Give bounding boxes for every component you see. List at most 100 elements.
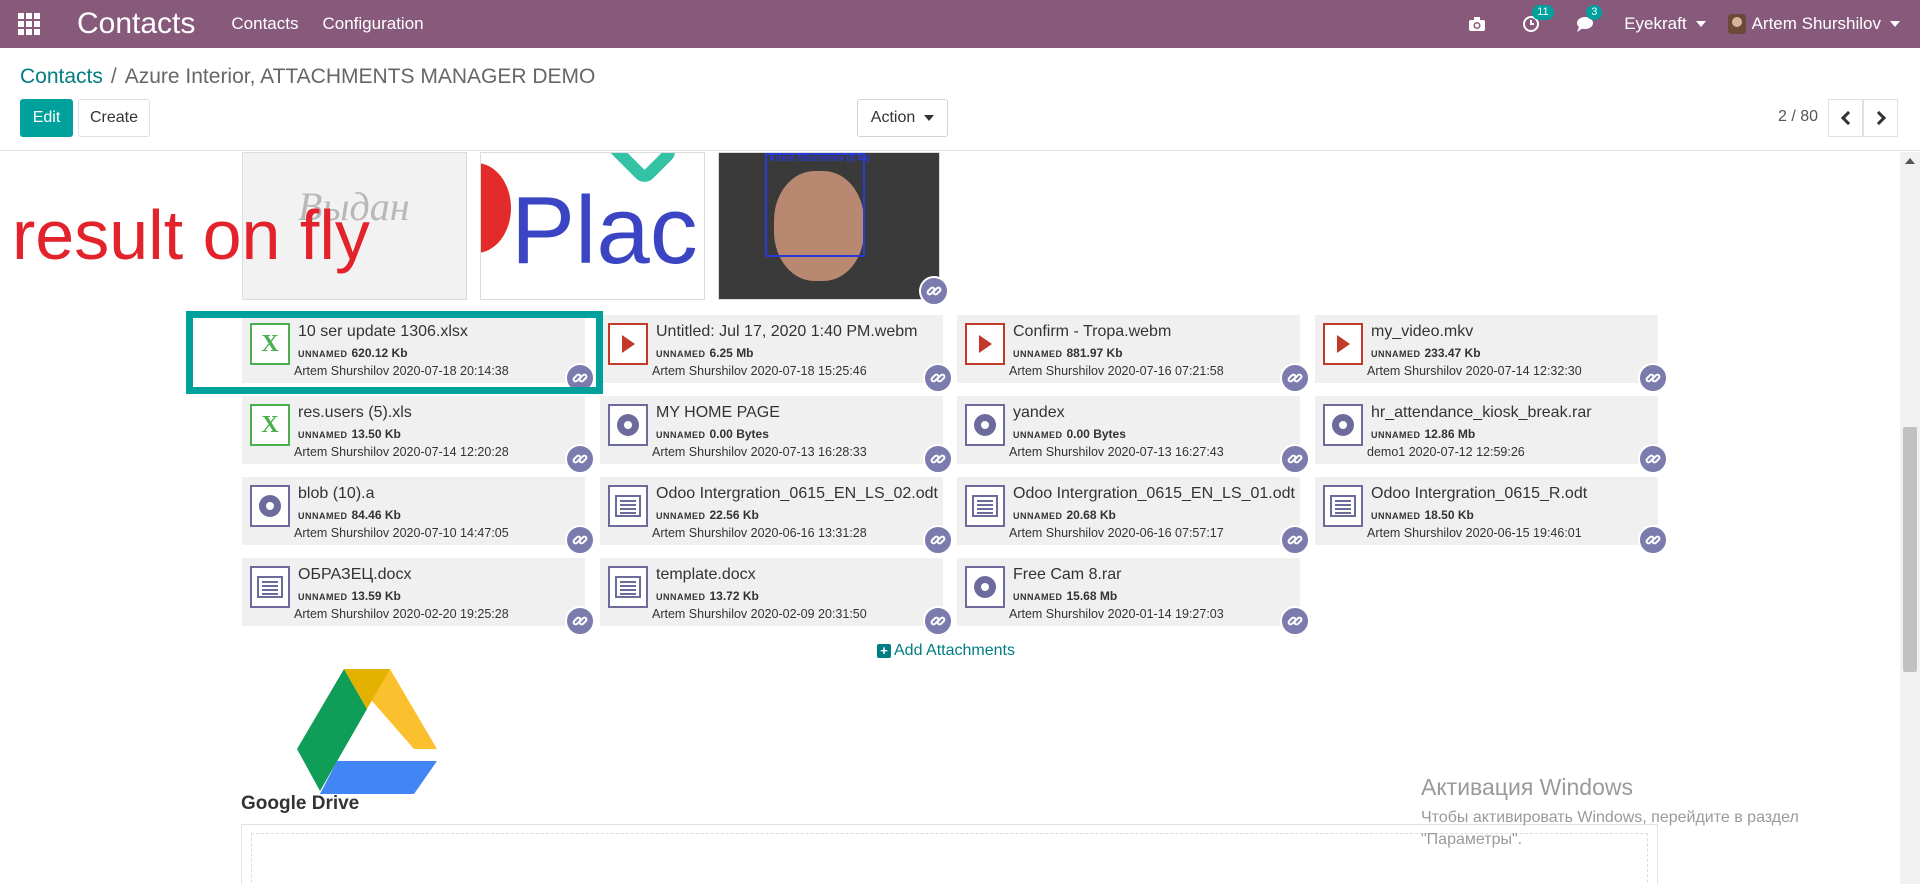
add-attachments-link[interactable]: + Add Attachments	[877, 642, 1015, 660]
attachment-size: 18.50 Kb	[1424, 508, 1474, 522]
plus-icon: +	[877, 644, 891, 658]
attachment-name[interactable]: Odoo Intergration_0615_EN_LS_01.odt	[1013, 485, 1295, 503]
add-attachments-label: Add Attachments	[894, 642, 1015, 659]
pager-value[interactable]: 2 / 80	[1778, 108, 1818, 126]
attachment-card[interactable]: Free Cam 8.rar UNNAMED 15.68 Mb Artem Shurs…	[957, 558, 1310, 636]
attachment-name[interactable]: Confirm - Tropa.webm	[1013, 323, 1171, 341]
attachment-name[interactable]: res.users (5).xls	[298, 404, 412, 422]
attachment-name[interactable]: MY HOME PAGE	[656, 404, 780, 422]
link-icon[interactable]	[1280, 525, 1310, 555]
attachment-meta: UNNAMED 12.86 Mb	[1371, 427, 1475, 441]
attachment-name[interactable]: Odoo Intergration_0615_EN_LS_02.odt	[656, 485, 938, 503]
attachment-meta: UNNAMED 13.72 Kb	[656, 589, 759, 603]
link-icon[interactable]	[1638, 444, 1668, 474]
breadcrumb: Contacts / Azure Interior, ATTACHMENTS MAN…	[20, 65, 595, 89]
attachment-name[interactable]: Odoo Intergration_0615_R.odt	[1371, 485, 1587, 503]
attachment-preview-photo[interactable]: Artem Shurshilov (0.44)	[718, 152, 940, 300]
attachment-name[interactable]: hr_attendance_kiosk_break.rar	[1371, 404, 1592, 422]
attachment-tag: UNNAMED	[1013, 349, 1063, 359]
menu-configuration[interactable]: Configuration	[322, 14, 423, 34]
attachment-tag: UNNAMED	[656, 592, 706, 602]
link-icon[interactable]	[923, 606, 953, 636]
link-icon[interactable]	[1638, 525, 1668, 555]
attachment-name[interactable]: yandex	[1013, 404, 1065, 422]
attachment-card[interactable]: Untitled: Jul 17, 2020 1:40 PM.webm UNNAM…	[600, 315, 953, 393]
link-icon[interactable]	[565, 363, 595, 393]
attachment-card[interactable]: my_video.mkv UNNAMED 233.47 Kb Artem Shursh…	[1315, 315, 1668, 393]
create-button[interactable]: Create	[78, 99, 150, 137]
action-dropdown[interactable]: Action	[857, 99, 948, 137]
gear-icon	[1323, 404, 1363, 446]
attachment-owner-date: Artem Shurshilov 2020-07-14 12:32:30	[1367, 364, 1582, 378]
attachment-card[interactable]: yandex UNNAMED 0.00 Bytes Artem Shurshilov …	[957, 396, 1310, 474]
pager-next-button[interactable]	[1863, 99, 1898, 137]
pager-previous-button[interactable]	[1828, 99, 1863, 137]
attachment-preview-image[interactable]: Plac	[480, 152, 705, 300]
attachment-card[interactable]: hr_attendance_kiosk_break.rar UNNAMED 12.8…	[1315, 396, 1668, 474]
user-menu[interactable]: Artem Shurshilov	[1727, 14, 1900, 34]
attachment-card[interactable]: Xres.users (5).xls UNNAMED 13.50 Kb Artem S…	[242, 396, 595, 474]
attachment-tag: UNNAMED	[1013, 592, 1063, 602]
scroll-up-icon[interactable]	[1905, 158, 1915, 164]
link-icon[interactable]	[1280, 606, 1310, 636]
link-icon[interactable]	[1280, 363, 1310, 393]
attachment-size: 13.59 Kb	[351, 589, 401, 603]
attachment-card[interactable]: Confirm - Tropa.webm UNNAMED 881.97 Kb Arte…	[957, 315, 1310, 393]
messages-icon[interactable]: 3	[1576, 5, 1603, 33]
attachment-card[interactable]: ОБРАЗЕЦ.docx UNNAMED 13.59 Kb Artem Shurshi…	[242, 558, 595, 636]
link-icon[interactable]	[919, 276, 949, 306]
attachment-card[interactable]: Odoo Intergration_0615_EN_LS_01.odt UNNAM…	[957, 477, 1310, 555]
menu-contacts[interactable]: Contacts	[231, 14, 298, 34]
camera-icon[interactable]	[1468, 16, 1486, 32]
video-icon	[608, 323, 648, 365]
document-icon	[965, 485, 1005, 527]
scroll-thumb[interactable]	[1903, 427, 1917, 672]
user-name: Artem Shurshilov	[1751, 14, 1881, 33]
link-icon[interactable]	[1638, 363, 1668, 393]
attachment-name[interactable]: 10 ser update 1306.xlsx	[298, 323, 468, 341]
edit-button[interactable]: Edit	[20, 99, 73, 137]
link-icon[interactable]	[923, 444, 953, 474]
attachment-name[interactable]: Free Cam 8.rar	[1013, 566, 1121, 584]
video-icon	[965, 323, 1005, 365]
app-menu-icon[interactable]	[0, 0, 58, 48]
activity-icon[interactable]: 11	[1522, 5, 1554, 33]
link-icon[interactable]	[923, 363, 953, 393]
attachment-meta: UNNAMED 22.56 Kb	[656, 508, 759, 522]
breadcrumb-contacts[interactable]: Contacts	[20, 65, 103, 88]
attachment-size: 0.00 Bytes	[709, 427, 769, 441]
attachment-owner-date: Artem Shurshilov 2020-07-14 12:20:28	[294, 445, 509, 459]
link-icon[interactable]	[923, 525, 953, 555]
attachment-card[interactable]: Odoo Intergration_0615_R.odt UNNAMED 18.50…	[1315, 477, 1668, 555]
company-switcher[interactable]: Eyekraft	[1624, 14, 1706, 34]
attachment-meta: UNNAMED 6.25 Mb	[656, 346, 754, 360]
link-icon[interactable]	[565, 606, 595, 636]
attachment-card[interactable]: X 10 ser update 1306.xlsx UNNAMED 620.12 Kb…	[242, 315, 595, 393]
app-brand[interactable]: Contacts	[77, 7, 195, 41]
link-icon[interactable]	[1280, 444, 1310, 474]
attachment-tag: UNNAMED	[1371, 349, 1421, 359]
document-icon	[608, 485, 648, 527]
chevron-down-icon	[1890, 21, 1900, 27]
attachment-tag: UNNAMED	[298, 592, 348, 602]
attachment-size: 233.47 Kb	[1424, 346, 1481, 360]
attachment-name[interactable]: template.docx	[656, 566, 756, 584]
attachment-meta: UNNAMED 233.47 Kb	[1371, 346, 1481, 360]
excel-icon: X	[250, 323, 290, 365]
attachment-name[interactable]: blob (10).a	[298, 485, 375, 503]
attachment-owner-date: Artem Shurshilov 2020-02-09 20:31:50	[652, 607, 867, 621]
link-icon[interactable]	[565, 444, 595, 474]
vertical-scrollbar[interactable]	[1900, 152, 1920, 884]
attachment-card[interactable]: Odoo Intergration_0615_EN_LS_02.odt UNNAM…	[600, 477, 953, 555]
attachment-name[interactable]: Untitled: Jul 17, 2020 1:40 PM.webm	[656, 323, 917, 341]
breadcrumb-separator: /	[110, 65, 117, 88]
attachment-card[interactable]: template.docx UNNAMED 13.72 Kb Artem Shursh…	[600, 558, 953, 636]
video-icon	[1323, 323, 1363, 365]
attachment-size: 13.72 Kb	[709, 589, 759, 603]
attachment-card[interactable]: blob (10).a UNNAMED 84.46 Kb Artem Shurshil…	[242, 477, 595, 555]
attachment-card[interactable]: MY HOME PAGE UNNAMED 0.00 Bytes Artem Shurs…	[600, 396, 953, 474]
link-icon[interactable]	[565, 525, 595, 555]
attachment-name[interactable]: my_video.mkv	[1371, 323, 1473, 341]
attachment-name[interactable]: ОБРАЗЕЦ.docx	[298, 566, 411, 584]
attachment-owner-date: Artem Shurshilov 2020-07-13 16:28:33	[652, 445, 867, 459]
